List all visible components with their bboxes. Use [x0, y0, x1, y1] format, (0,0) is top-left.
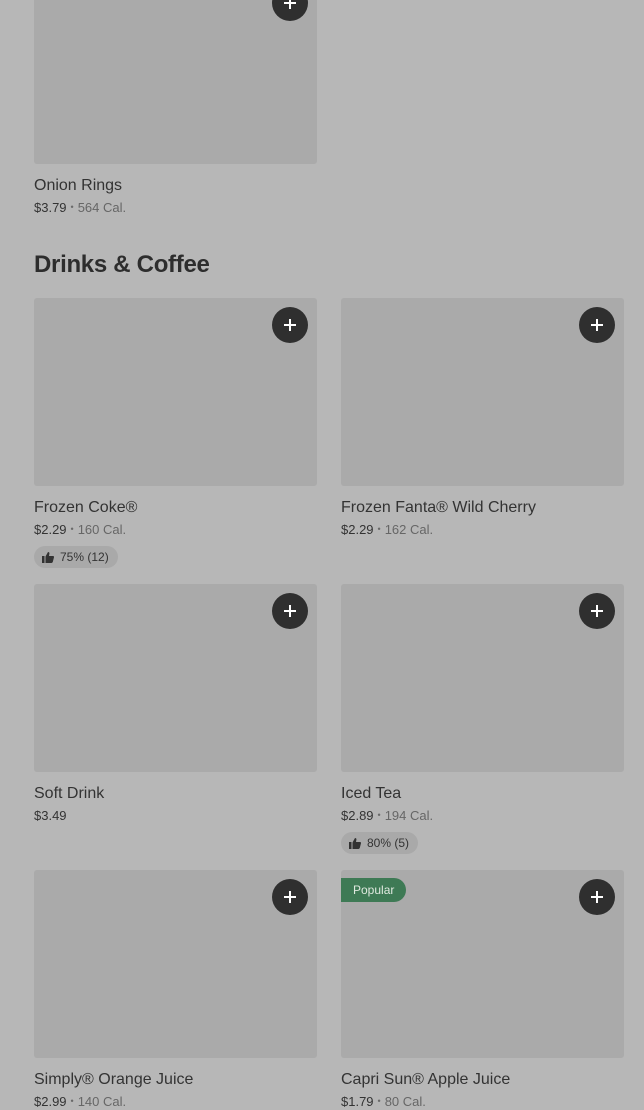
rating-text: 75% (12): [60, 550, 109, 564]
item-name: Frozen Coke®: [34, 499, 138, 516]
item-image[interactable]: [341, 584, 624, 772]
item-name: Onion Rings: [34, 177, 123, 194]
item-price: $2.89: [341, 808, 374, 823]
item-price: $3.79: [34, 200, 67, 215]
plus-icon: [591, 891, 603, 903]
plus-icon: [591, 319, 603, 331]
plus-icon: [284, 0, 296, 9]
thumbs-up-icon: [349, 837, 361, 849]
item-meta: $2.29 • 162 Cal.: [341, 521, 624, 538]
plus-icon: [284, 891, 296, 903]
add-item-button[interactable]: [579, 593, 615, 629]
item-price: $2.29: [341, 522, 374, 537]
item-calories: 564 Cal.: [77, 200, 127, 215]
item-calories: 140 Cal.: [77, 1094, 127, 1109]
menu-item-card[interactable]: Soft Drink $3.49: [34, 584, 317, 824]
separator-dot: •: [70, 202, 74, 212]
plus-icon: [284, 605, 296, 617]
plus-icon: [591, 605, 603, 617]
add-item-button[interactable]: [272, 307, 308, 343]
item-price: $2.99: [34, 1094, 67, 1109]
item-calories: 160 Cal.: [77, 522, 127, 537]
separator-dot: •: [377, 1096, 381, 1106]
add-item-button[interactable]: [579, 307, 615, 343]
add-item-button[interactable]: [272, 879, 308, 915]
separator-dot: •: [70, 524, 74, 534]
item-image[interactable]: [341, 298, 624, 486]
item-image[interactable]: [34, 0, 317, 164]
thumbs-up-icon: [42, 551, 54, 563]
menu-item-card[interactable]: Popular Capri Sun® Apple Juice $1.79 • 80 …: [341, 870, 624, 1110]
separator-dot: •: [377, 810, 381, 820]
item-name: Soft Drink: [34, 785, 105, 802]
item-meta: $2.89 • 194 Cal.: [341, 807, 624, 824]
item-calories: 162 Cal.: [384, 522, 434, 537]
item-name: Frozen Fanta® Wild Cherry: [341, 499, 536, 516]
item-name: Iced Tea: [341, 785, 402, 802]
menu-item-card[interactable]: Frozen Coke® $2.29 • 160 Cal. 75% (12): [34, 298, 317, 568]
item-meta: $3.49: [34, 807, 317, 824]
item-meta: $2.29 • 160 Cal.: [34, 521, 317, 538]
item-name: Capri Sun® Apple Juice: [341, 1071, 511, 1088]
item-price: $1.79: [341, 1094, 374, 1109]
item-image[interactable]: Popular: [341, 870, 624, 1058]
popular-badge: Popular: [341, 878, 407, 902]
menu-item-card[interactable]: Onion Rings $3.79 • 564 Cal.: [34, 0, 317, 216]
separator-dot: •: [70, 1096, 74, 1106]
menu-item-card[interactable]: Iced Tea $2.89 • 194 Cal. 80% (5): [341, 584, 624, 854]
add-item-button[interactable]: [272, 0, 308, 21]
menu-item-card[interactable]: Simply® Orange Juice $2.99 • 140 Cal.: [34, 870, 317, 1110]
plus-icon: [284, 319, 296, 331]
item-price: $2.29: [34, 522, 67, 537]
item-image[interactable]: [34, 584, 317, 772]
item-meta: $3.79 • 564 Cal.: [34, 199, 317, 216]
menu-item-card[interactable]: Frozen Fanta® Wild Cherry $2.29 • 162 Cal.: [341, 298, 624, 538]
item-image[interactable]: [34, 298, 317, 486]
item-name: Simply® Orange Juice: [34, 1071, 194, 1088]
rating-pill: 80% (5): [341, 832, 419, 854]
add-item-button[interactable]: [579, 879, 615, 915]
item-meta: $2.99 • 140 Cal.: [34, 1093, 317, 1110]
item-calories: 80 Cal.: [384, 1094, 426, 1109]
item-meta: $1.79 • 80 Cal.: [341, 1093, 624, 1110]
separator-dot: •: [377, 524, 381, 534]
section-title: Drinks & Coffee: [34, 251, 210, 278]
add-item-button[interactable]: [272, 593, 308, 629]
rating-pill: 75% (12): [34, 546, 118, 568]
rating-text: 80% (5): [367, 836, 410, 850]
item-price: $3.49: [34, 808, 67, 823]
item-image[interactable]: [34, 870, 317, 1058]
item-calories: 194 Cal.: [384, 808, 434, 823]
